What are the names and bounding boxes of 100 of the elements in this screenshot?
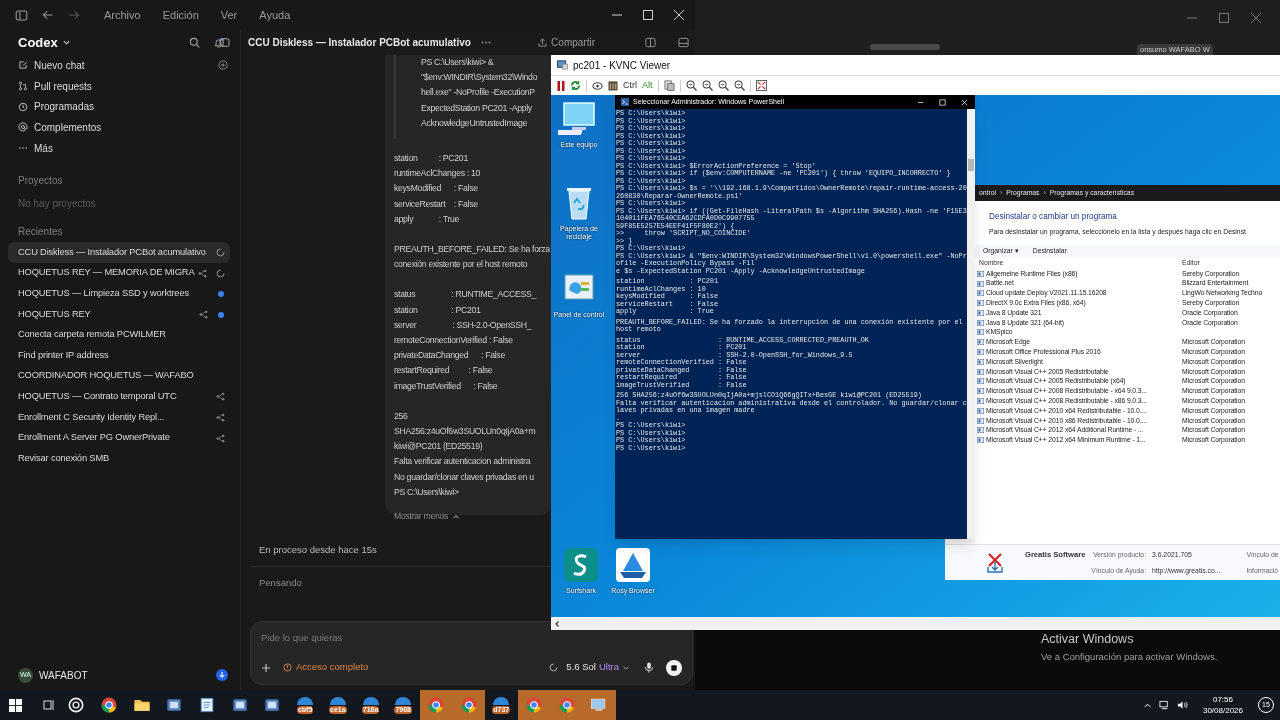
recent-chat-item[interactable]: CCU Diskless — Instalador PCBot acumulativo: [8, 242, 230, 264]
output-line: status : RUNTIME_ACCESS_: [394, 288, 538, 302]
plus-icon[interactable]: [261, 662, 271, 673]
fullscreen-icon[interactable]: [755, 80, 767, 91]
nav-item[interactable]: Nuevo chat: [34, 57, 85, 73]
half-circle-app-icon: [362, 696, 379, 705]
search-icon[interactable]: [189, 37, 200, 48]
nav-item[interactable]: Complementos: [34, 119, 102, 135]
empty-state-text: No hay proyectos: [17, 196, 97, 211]
message-input[interactable]: Pide lo que quieras: [261, 629, 682, 646]
program-icon: [977, 290, 984, 297]
share-icon: [538, 38, 548, 47]
warning-circle-icon: [283, 663, 292, 672]
zoom-icon[interactable]: [685, 80, 697, 91]
at-sign-icon[interactable]: [18, 122, 28, 133]
recent-chat-item[interactable]: HOQUETUS — Contrato temporal UTC: [8, 386, 230, 408]
recent-chat-item[interactable]: Find printer IP address: [8, 345, 230, 366]
quoted-command-line: PS C:\Users\kiwi> &: [421, 56, 495, 69]
taskbar-app-button[interactable]: [517, 690, 551, 720]
model-selector[interactable]: 5.6 Sol Ultra: [566, 660, 630, 675]
recent-chat-item[interactable]: COORDINADOR HOQUETUS — WAFABO: [8, 366, 230, 387]
menu-item[interactable]: Ayuda: [257, 6, 293, 24]
pull-request-icon[interactable]: [18, 81, 28, 92]
more-options-icon[interactable]: [480, 41, 491, 44]
recent-chat-item[interactable]: HOQUETUS — Limpieza SSD y worktrees: [8, 283, 230, 305]
zoom-icon[interactable]: [717, 80, 729, 91]
user-name[interactable]: WAFABOT: [39, 667, 88, 683]
edit-icon[interactable]: [18, 60, 28, 71]
menu-item[interactable]: Ver: [218, 6, 240, 24]
activation-hint: Ve a Configuración para activar Windows.: [1041, 649, 1218, 664]
key-button[interactable]: Alt: [642, 78, 653, 93]
scrollbar-thumb[interactable]: [968, 159, 974, 171]
output-line: serviceRestart : False: [394, 197, 479, 211]
output-line: 256: [394, 409, 409, 423]
half-circle-app-icon: [395, 696, 412, 705]
page-title: Desinstalar o cambiar un programa: [988, 211, 1118, 223]
speaker-icon[interactable]: [1176, 700, 1188, 710]
program-icon: [977, 339, 984, 346]
branch-icon: [199, 310, 208, 319]
quoted-command-line: AcknowledgeUntrustedImage: [421, 116, 528, 130]
uninstall-app-icon: [985, 551, 1005, 574]
program-icon: [977, 270, 984, 277]
chevron-up-icon[interactable]: [452, 512, 461, 521]
full-access-button[interactable]: Acceso completo: [283, 660, 369, 675]
recent-chat-item[interactable]: Revisar conexión SMB: [8, 448, 230, 469]
output-line: station : PC201: [394, 303, 482, 317]
half-circle-app-icon: [297, 696, 314, 705]
branch-icon: [216, 433, 225, 443]
pause-icon[interactable]: [557, 80, 565, 91]
menu-item[interactable]: Edición: [160, 6, 201, 24]
thinking-text: Pensando: [259, 576, 302, 591]
windows-logo-icon[interactable]: [9, 698, 22, 712]
bell-icon[interactable]: [213, 36, 224, 49]
recent-chat-item[interactable]: Enrollment C Security Identity Repl...: [8, 407, 230, 428]
task-view-icon[interactable]: [43, 699, 55, 711]
show-less-link[interactable]: Mostrar menos: [394, 509, 449, 525]
network-icon[interactable]: [1158, 700, 1170, 710]
refresh-icon[interactable]: [570, 80, 581, 91]
microphone-icon[interactable]: [644, 662, 654, 673]
output-line: PREAUTH_BEFORE_FAILED: Se ha forza: [394, 243, 551, 257]
branch-icon: [216, 413, 225, 422]
recent-chat-item[interactable]: Conecta carpeta remota PCWILMER: [8, 324, 230, 346]
menu-item[interactable]: Archivo: [102, 6, 143, 24]
nav-item[interactable]: Pull requests: [34, 78, 92, 94]
panel-icon[interactable]: [678, 37, 689, 48]
status-text: En proceso desde hace 15s: [259, 543, 377, 557]
program-icon: [977, 427, 984, 434]
scroll-left-icon[interactable]: [553, 619, 561, 628]
stop-button-icon[interactable]: [666, 659, 682, 676]
clock-date[interactable]: 30/08/2026: [1202, 705, 1243, 716]
key-button[interactable]: Ctrl: [623, 78, 637, 93]
section-heading: Recientes: [17, 225, 64, 240]
nav-item[interactable]: Más: [34, 140, 53, 156]
sidebar-toggle-icon[interactable]: [15, 8, 28, 22]
taskbar-app-button[interactable]: [419, 690, 453, 720]
recent-chat-item[interactable]: HOQUETUS REY — MEMORIA DE MIGRA: [8, 263, 230, 284]
recent-chat-item[interactable]: HOQUETUS REY: [8, 304, 230, 325]
program-icon: [977, 280, 984, 287]
output-line: kiwi@PC201 (ED25519): [394, 440, 484, 454]
output-line: SHA256:z4uOf6w3SUOLUn0qIjA0a+m: [394, 425, 537, 439]
back-arrow-icon[interactable]: [42, 9, 54, 21]
share-button[interactable]: Compartir: [538, 35, 595, 50]
app-name[interactable]: Codex: [18, 32, 58, 53]
clipboard-icon[interactable]: [663, 80, 675, 91]
clock-icon[interactable]: [18, 101, 28, 112]
recent-chat-item[interactable]: Enrollment A Server PG OwnerPrivate: [8, 427, 230, 449]
window-title: pc201 - KVNC Viewer: [573, 58, 671, 73]
zoom-icon[interactable]: [733, 80, 745, 91]
output-line: restartRequired : False: [394, 364, 494, 378]
split-view-icon[interactable]: [645, 37, 656, 48]
branch-icon: [216, 392, 225, 402]
nav-item[interactable]: Programadas: [34, 99, 95, 115]
zoom-icon[interactable]: [701, 80, 713, 91]
options-icon[interactable]: [592, 80, 603, 91]
program-icon: [977, 300, 984, 307]
add-circle-icon[interactable]: [218, 60, 228, 71]
sidebar-icon[interactable]: [219, 37, 230, 48]
chevron-down-icon[interactable]: [61, 38, 71, 47]
download-icon[interactable]: [216, 669, 228, 681]
clock-time[interactable]: 07:56: [1212, 694, 1233, 705]
